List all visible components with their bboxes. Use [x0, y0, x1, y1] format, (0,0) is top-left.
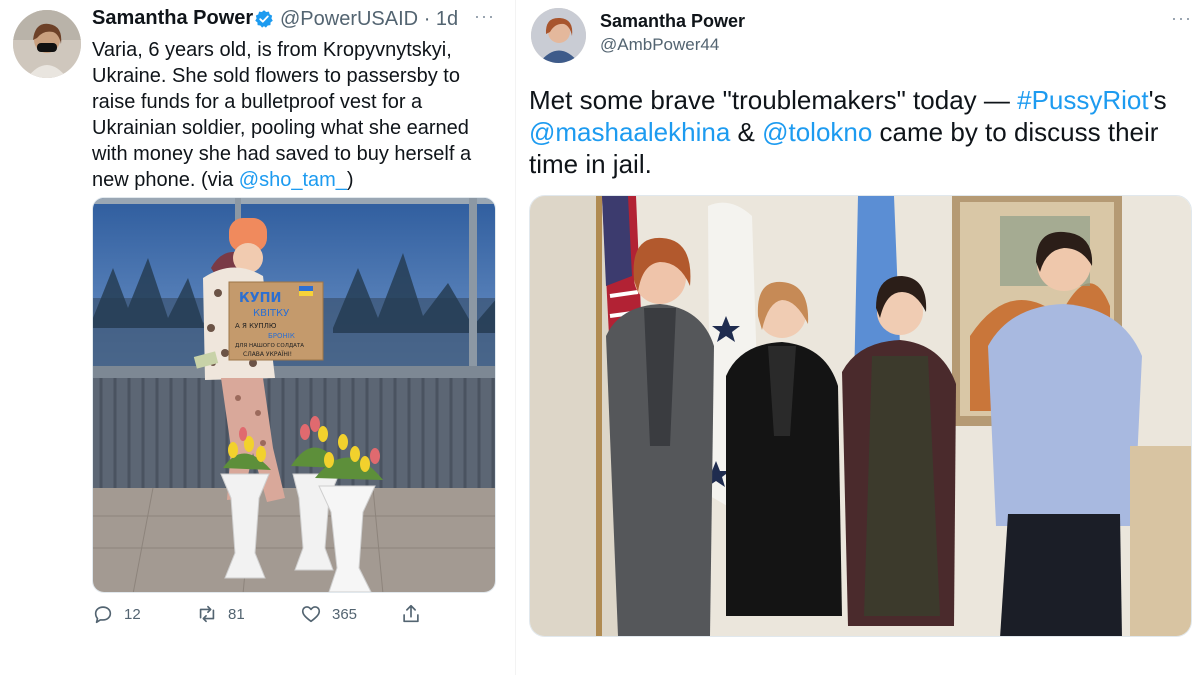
- tweet-text: Met some brave "troublemakers" today — #…: [529, 84, 1194, 180]
- share-button[interactable]: [400, 603, 422, 625]
- tweet-text-part: &: [730, 117, 763, 147]
- right-tweet: Samantha Power @AmbPower44 ··· Met some …: [515, 0, 1200, 675]
- mention-link[interactable]: @tolokno: [762, 117, 872, 147]
- sign-line-1: КУПИ: [239, 291, 281, 306]
- sign-line-3: А Я КУПЛЮ: [235, 322, 277, 330]
- author-handle[interactable]: @AmbPower44: [600, 35, 719, 55]
- tweet-photo[interactable]: КУПИ КВІТКУ А Я КУПЛЮ БРОНІК ДЛЯ НАШОГО …: [92, 197, 496, 593]
- retweet-button[interactable]: 81: [196, 603, 245, 625]
- like-button[interactable]: 365: [300, 603, 357, 625]
- tweet-actions: 12 81 365: [92, 603, 422, 629]
- reply-button[interactable]: 12: [92, 603, 141, 625]
- hashtag-link[interactable]: #PussyRiot: [1017, 85, 1149, 115]
- tweet-text: Varia, 6 years old, is from Kropyvnytsky…: [92, 37, 502, 193]
- sign-line-4: БРОНІК: [268, 332, 295, 340]
- avatar[interactable]: [13, 10, 81, 78]
- tweet-text-end: ): [346, 169, 354, 191]
- share-icon: [403, 604, 419, 623]
- verified-badge-icon: [254, 9, 274, 29]
- reply-count: 12: [124, 605, 141, 623]
- author-name[interactable]: Samantha Power: [92, 7, 253, 30]
- heart-icon: [301, 606, 321, 623]
- author-name[interactable]: Samantha Power: [600, 11, 745, 32]
- author-handle[interactable]: @PowerUSAID: [280, 8, 418, 30]
- sign-line-2: КВІТКУ: [253, 308, 289, 319]
- sign-line-5: ДЛЯ НАШОГО СОЛДАТА: [235, 343, 304, 349]
- sign-line-6: СЛАВА УКРАЇНІ!: [243, 351, 292, 358]
- more-options-icon[interactable]: ···: [1171, 8, 1192, 29]
- avatar[interactable]: [531, 8, 586, 63]
- tweet-text-part: Met some brave "troublemakers" today —: [529, 85, 1018, 115]
- left-tweet: Samantha Power @PowerUSAID · 1d ··· Vari…: [0, 0, 515, 675]
- like-count: 365: [332, 605, 358, 623]
- tweet-text-part: 's: [1148, 85, 1167, 115]
- reply-icon: [94, 606, 112, 624]
- tweet-age[interactable]: 1d: [436, 8, 458, 30]
- author-handle-line[interactable]: @PowerUSAID · 1d: [280, 8, 458, 31]
- separator-dot: ·: [423, 8, 431, 30]
- retweet-count: 81: [228, 605, 245, 623]
- more-options-icon[interactable]: ···: [474, 6, 495, 27]
- tweet-photo[interactable]: [529, 195, 1192, 637]
- mention-link[interactable]: @mashaalekhina: [529, 117, 730, 147]
- retweet-icon: [199, 605, 215, 623]
- mention-link[interactable]: @sho_tam_: [239, 169, 347, 191]
